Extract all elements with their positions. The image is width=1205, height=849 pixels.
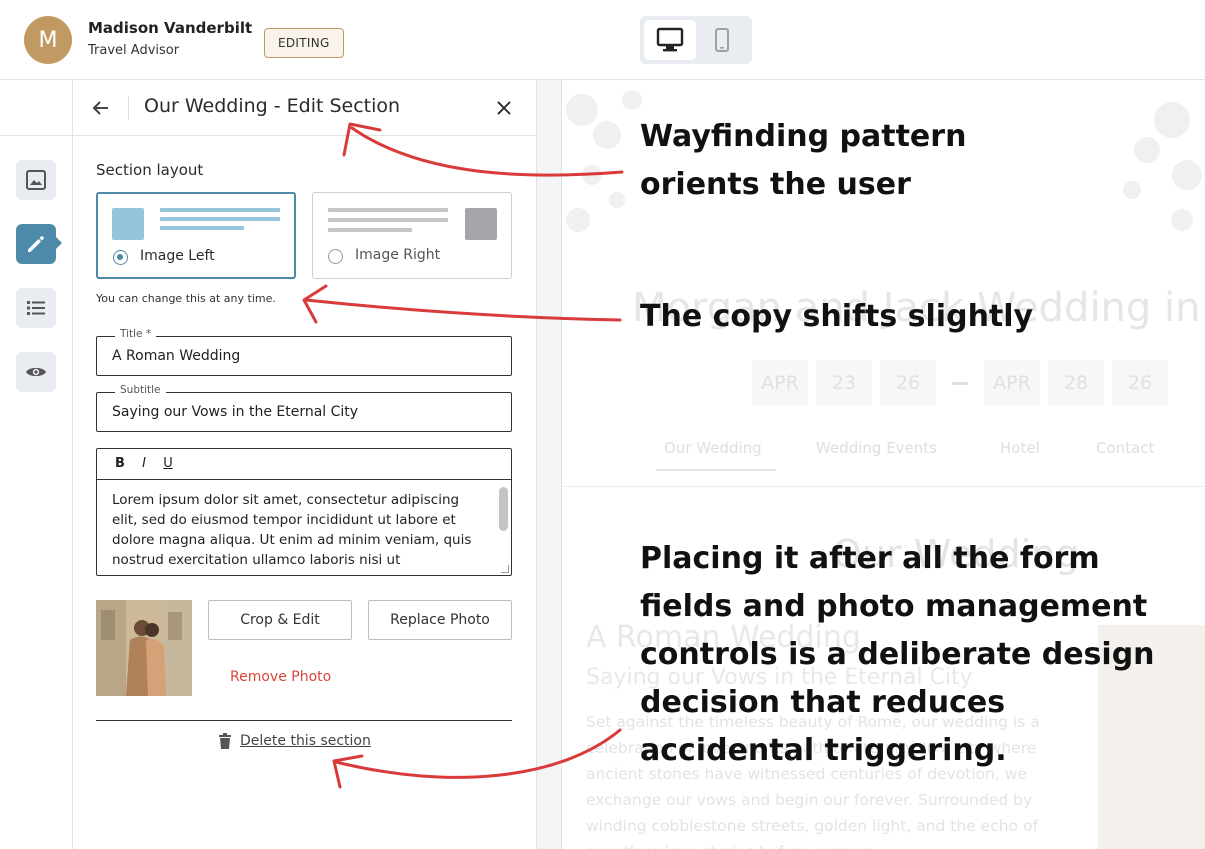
sidebar-rail <box>0 80 73 849</box>
close-button[interactable] <box>492 96 516 120</box>
active-indicator <box>56 237 62 249</box>
arrow-left-icon <box>92 101 108 115</box>
delete-section-link[interactable]: Delete this section <box>218 731 371 751</box>
layout-image-placeholder <box>112 208 144 240</box>
layout-line <box>160 208 280 212</box>
rich-text-editor[interactable]: B I U Lorem ipsum dolor sit amet, consec… <box>96 448 512 576</box>
mobile-view-button[interactable] <box>696 20 748 60</box>
back-button[interactable] <box>89 96 113 120</box>
radio-image-right[interactable] <box>328 249 343 264</box>
user-name: Madison Vanderbilt <box>88 19 253 37</box>
editor-body[interactable]: Lorem ipsum dolor sit amet, consectetur … <box>112 490 487 572</box>
top-bar: M Madison Vanderbilt Travel Advisor EDIT… <box>0 0 1205 80</box>
desktop-view-button[interactable] <box>644 20 696 60</box>
date-box: 26 <box>1112 360 1168 406</box>
layout-line <box>328 208 448 212</box>
preview-nav-our-wedding[interactable]: Our Wedding <box>664 439 762 457</box>
layout-option-image-left[interactable]: Image Left <box>96 192 296 279</box>
close-icon <box>497 101 511 115</box>
title-field-label: Title * <box>115 328 157 340</box>
panel-header: Our Wedding - Edit Section <box>73 80 537 136</box>
device-toggle <box>640 16 752 64</box>
delete-section-label: Delete this section <box>240 733 371 749</box>
layout-hint: You can change this at any time. <box>96 292 276 305</box>
preview-nav-active-underline <box>656 469 776 471</box>
preview-divider <box>562 486 1205 487</box>
editing-badge: EDITING <box>264 28 344 58</box>
annotation-wayfinding: Wayfinding pattern orients the user <box>640 119 967 202</box>
pencil-icon <box>28 236 44 252</box>
title-field-value: A Roman Wedding <box>112 348 241 364</box>
subtitle-field[interactable]: Subtitle Saying our Vows in the Eternal … <box>96 384 512 432</box>
date-box: APR <box>752 360 808 406</box>
layout-option-image-right[interactable]: Image Right <box>312 192 512 279</box>
date-box: APR <box>984 360 1040 406</box>
layout-line <box>160 226 244 230</box>
header-divider <box>128 96 129 120</box>
date-box: 23 <box>816 360 872 406</box>
panel-title: Our Wedding - Edit Section <box>144 95 401 117</box>
italic-button[interactable]: I <box>137 456 151 471</box>
radio-label-image-left: Image Left <box>140 248 215 264</box>
crop-edit-button[interactable]: Crop & Edit <box>208 600 352 640</box>
preview-nav-hotel[interactable]: Hotel <box>1000 439 1040 457</box>
annotation-copy-shift: The copy shifts slightly <box>640 299 1034 334</box>
layout-line <box>160 217 280 221</box>
preview-nav-contact[interactable]: Contact <box>1096 439 1154 457</box>
section-photo-thumbnail <box>96 600 192 696</box>
subtitle-field-value: Saying our Vows in the Eternal City <box>112 404 359 420</box>
list-icon <box>27 301 45 315</box>
edit-section-panel: Our Wedding - Edit Section Section layou… <box>73 80 537 849</box>
desktop-icon <box>656 27 684 52</box>
date-dash <box>952 382 968 385</box>
underline-button[interactable]: U <box>161 456 175 471</box>
couple-photo <box>96 600 192 696</box>
section-layout-label: Section layout <box>96 161 204 179</box>
radio-image-left[interactable] <box>113 250 128 265</box>
avatar[interactable]: M <box>24 16 72 64</box>
image-icon <box>26 170 46 190</box>
editor-toolbar: B I U <box>97 449 511 480</box>
layout-line <box>328 228 412 232</box>
date-box: 26 <box>880 360 936 406</box>
rail-item-media[interactable] <box>16 160 56 200</box>
preview-nav-wedding-events[interactable]: Wedding Events <box>816 439 937 457</box>
user-role: Travel Advisor <box>88 43 180 58</box>
rail-item-edit[interactable] <box>16 224 56 264</box>
panel-divider <box>96 720 512 721</box>
eye-icon <box>26 367 46 377</box>
resize-handle[interactable] <box>501 565 509 573</box>
mobile-icon <box>715 28 729 52</box>
subtitle-field-label: Subtitle <box>115 384 166 396</box>
remove-photo-link[interactable]: Remove Photo <box>230 669 331 685</box>
rail-item-sections[interactable] <box>16 288 56 328</box>
radio-label-image-right: Image Right <box>355 247 441 263</box>
title-field[interactable]: Title * A Roman Wedding <box>96 328 512 376</box>
editor-scrollbar[interactable] <box>499 487 508 531</box>
annotation-delete-placement: Placing it after all the form fields and… <box>640 541 1155 768</box>
bold-button[interactable]: B <box>113 456 127 471</box>
replace-photo-button[interactable]: Replace Photo <box>368 600 512 640</box>
layout-image-placeholder <box>465 208 497 240</box>
rail-item-preview[interactable] <box>16 352 56 392</box>
rail-header <box>0 80 72 136</box>
trash-icon <box>219 733 231 749</box>
avatar-initial: M <box>38 27 58 53</box>
layout-line <box>328 218 448 222</box>
date-box: 28 <box>1048 360 1104 406</box>
